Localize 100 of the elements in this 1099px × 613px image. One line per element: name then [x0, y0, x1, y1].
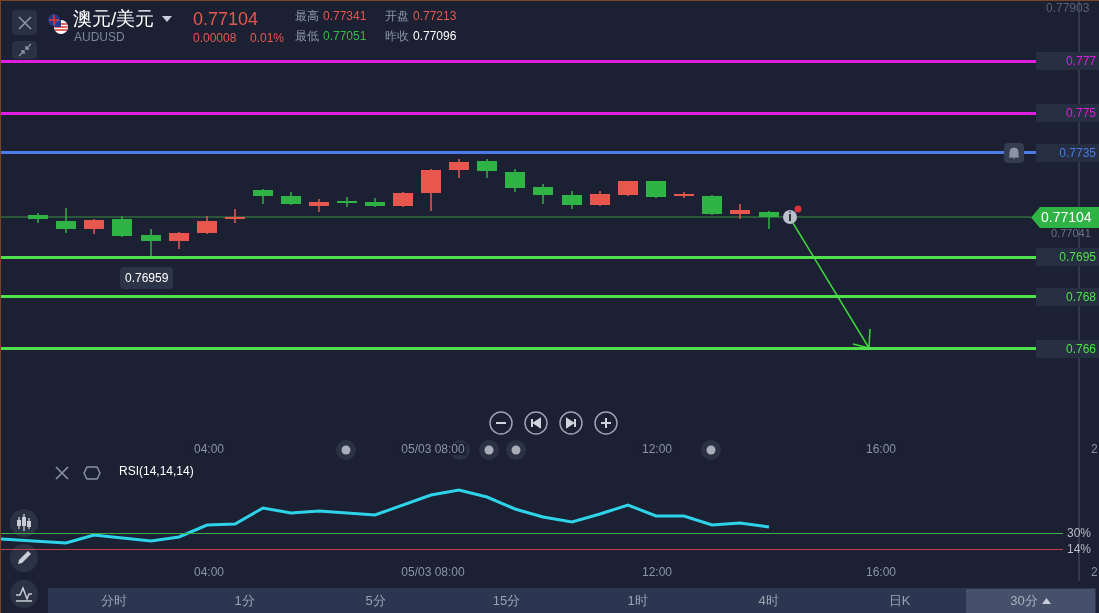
timeframe-tab[interactable]: 1时	[572, 588, 703, 613]
candlestick	[730, 203, 750, 220]
candlestick	[449, 158, 469, 179]
price-level-label: 0.7695	[1036, 248, 1099, 267]
price-level-line[interactable]	[1, 111, 1036, 115]
price-level-label: 0.777	[1036, 52, 1099, 70]
timeframe-tab[interactable]: 5分	[310, 588, 441, 613]
candlestick	[365, 197, 385, 208]
low-price-tooltip: 0.76959	[120, 267, 174, 289]
stat-label: 最高	[295, 10, 320, 22]
caret-up-icon	[1041, 598, 1051, 604]
rsi-level-label: 30%	[1067, 527, 1092, 539]
candlestick	[112, 215, 132, 238]
zoom-out-button[interactable]	[489, 411, 513, 435]
alert-bell-icon[interactable]	[1004, 142, 1024, 163]
stat-value: 0.77213	[413, 10, 458, 22]
stat-value: 0.77096	[413, 30, 458, 42]
timeframe-tab[interactable]: 日K	[834, 588, 965, 613]
symbol-code: AUDUSD	[74, 31, 125, 43]
collapse-button[interactable]	[12, 41, 37, 59]
time-axis-label: 04:00	[194, 566, 224, 578]
stat-label: 开盘	[385, 10, 410, 22]
next-button[interactable]	[559, 411, 583, 435]
candlestick	[253, 188, 273, 205]
candlestick	[421, 168, 441, 212]
candlestick	[759, 210, 779, 230]
close-icon	[16, 14, 33, 31]
candlestick	[533, 183, 553, 205]
candlestick-icon[interactable]	[10, 509, 38, 537]
time-axis-label: 16:00	[866, 566, 896, 578]
indicator-title: RSI(14,14,14)	[119, 465, 194, 477]
current-price-tag: 0.77104	[1031, 207, 1099, 228]
price-axis-label: 0.77041	[1051, 228, 1091, 239]
notification-dot	[794, 205, 802, 213]
price-change: 0.00008	[193, 32, 237, 44]
price-level-line[interactable]	[1, 295, 1036, 299]
event-marker-icon[interactable]	[506, 440, 526, 460]
candlestick	[674, 191, 694, 199]
flag-icon	[47, 13, 69, 35]
candlestick	[646, 180, 666, 199]
close-button[interactable]	[12, 10, 37, 35]
candlestick	[337, 196, 357, 208]
candlestick	[590, 190, 610, 207]
price-level-line[interactable]	[1, 347, 1036, 351]
timeframe-tab[interactable]: 15分	[441, 588, 572, 613]
trend-arrow[interactable]	[792, 222, 871, 349]
zoom-in-button[interactable]	[594, 411, 618, 435]
axis-label: 2	[1091, 566, 1098, 578]
price-axis-label: 0.77903	[1046, 2, 1090, 14]
stat-label: 最低	[295, 30, 320, 42]
candlestick	[281, 191, 301, 206]
timeframe-tab[interactable]: 4时	[703, 588, 834, 613]
candlestick	[84, 218, 104, 235]
event-marker-icon[interactable]	[701, 440, 721, 460]
time-axis-label: 16:00	[864, 443, 898, 455]
candlestick	[393, 191, 413, 208]
timeframe-tab[interactable]: 1分	[179, 588, 310, 613]
settings-icon[interactable]	[83, 466, 101, 480]
candlestick	[141, 228, 161, 257]
candlestick	[225, 208, 245, 224]
stat-value: 0.77051	[323, 30, 368, 42]
event-marker-icon[interactable]	[336, 440, 356, 460]
candlestick	[477, 158, 497, 179]
price-level-line[interactable]	[1, 255, 1036, 259]
axis-label: 2	[1091, 443, 1098, 455]
collapse-arrows-icon	[17, 43, 32, 57]
stat-label: 昨收	[385, 30, 410, 42]
indicator-icon[interactable]	[10, 580, 38, 608]
price-level-label: 0.775	[1036, 104, 1099, 123]
price-level-line[interactable]	[1, 151, 1036, 155]
previous-button[interactable]	[524, 411, 548, 435]
price-change-percent: 0.01%	[250, 32, 285, 44]
time-axis-label: 05/03 08:00	[401, 566, 465, 578]
time-axis-label: 12:00	[642, 566, 672, 578]
time-axis-label: 04:00	[192, 443, 226, 455]
stat-value: 0.77341	[323, 10, 368, 22]
price-level-label: 0.768	[1036, 287, 1099, 306]
candlestick	[505, 168, 525, 193]
candlestick	[618, 180, 638, 197]
price-level-label: 0.7735	[1036, 143, 1099, 162]
timeframe-tab[interactable]: 分时	[48, 588, 179, 613]
candlestick	[562, 190, 582, 210]
time-axis-label: 12:00	[640, 443, 674, 455]
info-icon[interactable]	[783, 210, 797, 224]
close-icon[interactable]	[55, 466, 69, 480]
event-marker-icon[interactable]	[479, 440, 499, 460]
price-level-label: 0.766	[1036, 339, 1099, 358]
candlestick	[56, 207, 76, 234]
candlestick	[702, 194, 722, 216]
symbol-name[interactable]: 澳元/美元	[73, 9, 155, 28]
timeframe-tab[interactable]: 30分	[966, 589, 1095, 613]
dropdown-caret-icon[interactable]	[162, 15, 173, 22]
candlestick	[169, 231, 189, 250]
rsi-level-label: 14%	[1067, 543, 1092, 555]
last-price: 0.77104	[193, 10, 259, 28]
candlestick	[28, 212, 48, 224]
price-level-line[interactable]	[1, 59, 1036, 63]
candlestick	[309, 198, 329, 213]
candlestick	[197, 215, 217, 235]
pencil-icon[interactable]	[10, 544, 38, 572]
